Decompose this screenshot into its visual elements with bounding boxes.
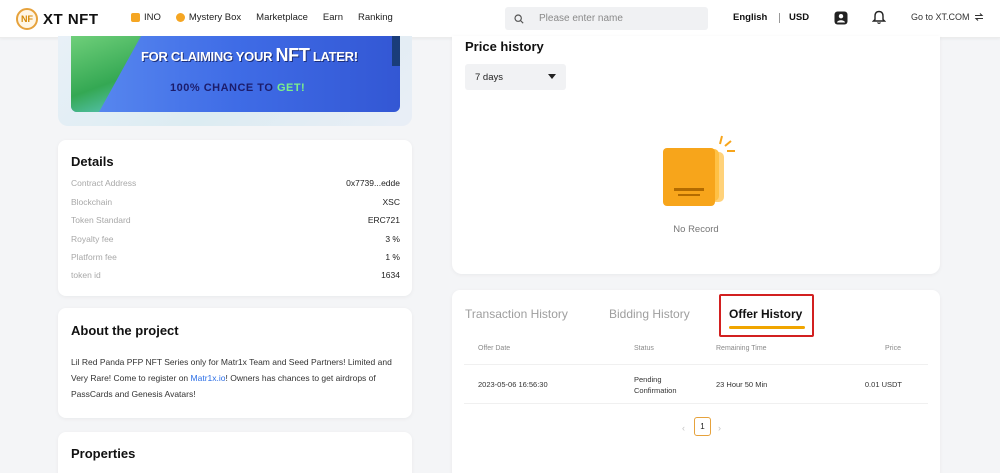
xt-nft-logo[interactable]: NF XT NFT — [16, 8, 99, 30]
empty-folder-icon — [663, 135, 735, 206]
detail-value: 1634 — [381, 270, 400, 280]
detail-value: XSC — [382, 197, 400, 207]
nav-item-earn[interactable]: Earn — [323, 12, 343, 23]
nav-item-label: Earn — [322, 12, 343, 23]
nav-item-label: INO — [144, 12, 161, 23]
details-card: Details Contract Address 0x7739...edde B… — [58, 140, 412, 296]
prev-page-button[interactable]: ‹ — [682, 423, 685, 433]
nav-item-ino[interactable]: INO — [131, 12, 161, 23]
column-header-offer-date: Offer Date — [478, 345, 511, 352]
nav-item-label: Mystery Box — [188, 12, 242, 23]
offer-date-cell: 2023-05-06 16:56:30 — [478, 380, 548, 389]
detail-value: 3 % — [385, 234, 400, 244]
detail-key: Token Standard — [71, 215, 131, 225]
mystery-box-icon — [175, 13, 185, 22]
highlight-box — [719, 294, 814, 337]
about-project-card: About the project Lil Red Panda PFP NFT … — [58, 308, 412, 418]
goto-label: Go to XT.COM — [911, 12, 970, 22]
matr1x-link[interactable]: Matr1x.io — [191, 373, 226, 383]
detail-key: Contract Address — [71, 178, 137, 188]
detail-key: token id — [71, 270, 101, 280]
time-range-select[interactable]: 7 days — [465, 64, 566, 90]
history-card: Transaction History Bidding History Offe… — [452, 290, 940, 473]
column-header-remaining-time: Remaining Time — [716, 345, 767, 352]
page-1-button[interactable]: 1 — [694, 417, 711, 436]
banner-highlight-text: GET! — [276, 82, 306, 94]
about-title: About the project — [71, 323, 179, 338]
status-cell: Pending Confirmation — [634, 374, 677, 396]
banner-decoration — [71, 36, 141, 112]
goto-xt-link[interactable]: Go to XT.COM — [911, 12, 984, 22]
logo-text: XT NFT — [43, 10, 99, 28]
logo-mark-icon: NF — [16, 8, 38, 30]
table-divider — [464, 364, 928, 365]
nav-item-label: Ranking — [357, 12, 393, 23]
detail-key: Royalty fee — [71, 234, 114, 244]
banner-text: FOR CLAIMING YOUR — [141, 49, 276, 64]
status-line: Confirmation — [634, 386, 677, 395]
tab-transaction-history[interactable]: Transaction History — [465, 307, 568, 321]
column-header-price: Price — [885, 345, 901, 352]
details-title: Details — [71, 154, 114, 169]
time-range-value: 7 days — [475, 71, 503, 83]
properties-card: Properties — [58, 432, 412, 473]
banner-text: 100% CHANCE TO — [170, 82, 277, 94]
table-divider — [464, 403, 928, 404]
switch-arrows-icon — [974, 13, 983, 21]
detail-value: ERC721 — [367, 215, 400, 225]
detail-key: Platform fee — [71, 252, 117, 262]
nav-item-label: Marketplace — [256, 12, 308, 23]
banner-nft-text: NFT — [275, 45, 310, 65]
remaining-time-cell: 23 Hour 50 Min — [716, 380, 768, 389]
search-input[interactable] — [539, 13, 699, 24]
next-page-button[interactable]: › — [718, 423, 721, 433]
search-icon — [514, 13, 524, 24]
banner-subline: 100% CHANCE TO GET! — [170, 82, 305, 94]
detail-key: Blockchain — [71, 197, 113, 207]
bell-icon[interactable] — [872, 10, 886, 25]
price-history-title: Price history — [465, 39, 544, 54]
column-header-status: Status — [634, 345, 654, 352]
status-line: Pending — [634, 375, 662, 384]
top-header: NF XT NFT INO Mystery Box Marketplace Ea… — [0, 0, 1000, 38]
banner-decoration — [392, 36, 400, 66]
price-cell: 0.01 USDT — [864, 380, 902, 389]
language-selector[interactable]: English — [733, 12, 767, 23]
contract-address-value[interactable]: 0x7739...edde — [346, 178, 400, 188]
currency-selector[interactable]: USD — [789, 12, 809, 23]
nav-item-marketplace[interactable]: Marketplace — [256, 12, 308, 23]
header-divider — [779, 13, 780, 23]
banner-headline: FOR CLAIMING YOUR NFT LATER! — [141, 45, 358, 66]
caret-down-icon — [548, 74, 556, 79]
no-record-text: No Record — [673, 224, 719, 235]
detail-value: 1 % — [385, 252, 400, 262]
price-history-card: Price history 7 days No Record — [452, 36, 940, 274]
nav-item-ranking[interactable]: Ranking — [358, 12, 393, 23]
ino-icon — [131, 13, 140, 22]
main-nav: INO Mystery Box Marketplace Earn Ranking — [131, 12, 408, 23]
properties-title: Properties — [71, 446, 136, 461]
nft-banner-image: FOR CLAIMING YOUR NFT LATER! 100% CHANCE… — [71, 36, 400, 112]
tab-bidding-history[interactable]: Bidding History — [609, 307, 690, 321]
about-description: Lil Red Panda PFP NFT Series only for Ma… — [71, 354, 401, 402]
user-icon[interactable] — [834, 11, 848, 25]
banner-text: LATER! — [309, 49, 358, 64]
search-bar — [505, 7, 708, 30]
nav-item-mystery-box[interactable]: Mystery Box — [175, 12, 242, 23]
